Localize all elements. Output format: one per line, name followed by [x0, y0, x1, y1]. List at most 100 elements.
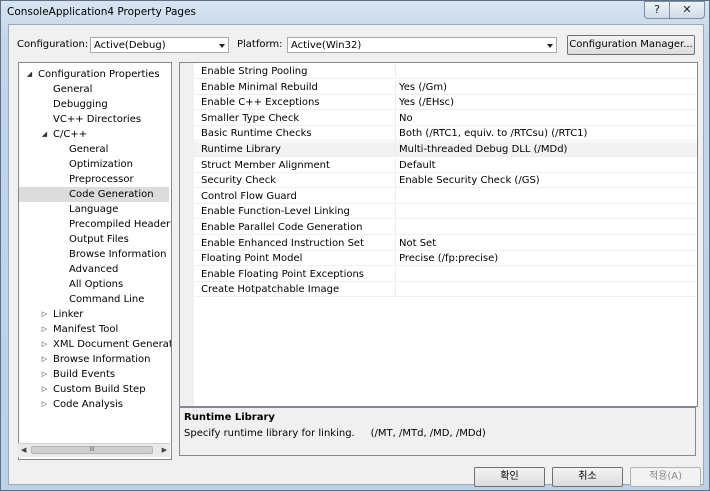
column-divider	[395, 79, 396, 95]
property-value[interactable]: Enable Security Check (/GS)	[399, 173, 540, 188]
row-gutter	[180, 188, 194, 204]
tree-item[interactable]: Code Generation	[19, 187, 169, 202]
row-gutter	[180, 126, 194, 142]
row-gutter	[180, 282, 194, 298]
tree-item[interactable]: Output Files	[19, 232, 169, 247]
row-gutter	[180, 235, 194, 251]
help-button[interactable]: ?	[644, 1, 670, 19]
property-value[interactable]: Yes (/Gm)	[399, 80, 447, 95]
property-name: Floating Point Model	[201, 253, 303, 265]
expand-arrow-icon[interactable]: ▷	[40, 367, 49, 382]
property-row[interactable]: Enable Minimal Rebuild Yes (/Gm)	[180, 79, 697, 95]
collapse-arrow-icon[interactable]: ◢	[25, 67, 34, 82]
property-name: Enable Floating Point Exceptions	[201, 268, 365, 280]
property-name: Basic Runtime Checks	[201, 128, 312, 140]
property-value[interactable]: Multi-threaded Debug DLL (/MDd)	[399, 142, 567, 157]
property-value[interactable]: Not Set	[399, 236, 436, 251]
tree-item-label: Browse Information	[53, 354, 151, 365]
property-row[interactable]: Floating Point Model Precise (/fp:precise…	[180, 251, 697, 267]
expand-arrow-icon[interactable]: ▷	[40, 397, 49, 412]
tree-item-label: Code Analysis	[53, 399, 123, 410]
tree-item[interactable]: ▷ Manifest Tool	[19, 322, 169, 337]
scrollbar-thumb[interactable]: III	[31, 446, 153, 454]
tree-item[interactable]: Optimization	[19, 157, 169, 172]
property-row[interactable]: Security Check Enable Security Check (/GS…	[180, 173, 697, 189]
property-pages-dialog: ConsoleApplication4 Property Pages ? ✕ C…	[0, 0, 710, 491]
property-row[interactable]: Create Hotpatchable Image	[180, 282, 697, 298]
description-text: Specify runtime library for linking. (/M…	[184, 428, 486, 439]
ok-button[interactable]: 확인	[474, 467, 545, 487]
property-row[interactable]: Runtime Library Multi-threaded Debug DLL …	[180, 142, 697, 157]
row-gutter	[180, 266, 194, 282]
tree-item[interactable]: ▷ XML Document Generator	[19, 337, 171, 352]
tree-item[interactable]: Command Line	[19, 292, 169, 307]
row-gutter	[180, 251, 194, 267]
property-value[interactable]: Precise (/fp:precise)	[399, 251, 498, 266]
property-name: Control Flow Guard	[201, 190, 297, 202]
tree-item[interactable]: ▷ Code Analysis	[19, 397, 169, 412]
property-value[interactable]: Both (/RTC1, equiv. to /RTCsu) (/RTC1)	[399, 126, 587, 141]
tree-item[interactable]: Debugging	[19, 97, 169, 112]
tree-item[interactable]: Preprocessor	[19, 172, 169, 187]
column-divider	[395, 95, 396, 111]
tree-item-label: Configuration Properties	[38, 69, 160, 80]
property-row[interactable]: Enable Floating Point Exceptions	[180, 266, 697, 282]
property-name: Enable String Pooling	[201, 66, 308, 77]
platform-dropdown[interactable]: Active(Win32)	[287, 37, 557, 53]
property-row[interactable]: Enable String Pooling	[180, 64, 697, 79]
tree-item[interactable]: ▷ Browse Information	[19, 352, 169, 367]
expand-arrow-icon[interactable]: ▷	[40, 352, 49, 367]
configuration-manager-button[interactable]: Configuration Manager...	[567, 35, 695, 55]
property-row[interactable]: Smaller Type Check No	[180, 110, 697, 126]
property-tree[interactable]: ◢ Configuration Properties General Debuggin…	[18, 62, 172, 460]
chevron-down-icon	[547, 44, 553, 48]
expand-arrow-icon[interactable]: ▷	[40, 322, 49, 337]
tree-item[interactable]: Language	[19, 202, 169, 217]
property-row[interactable]: Enable Function-Level Linking	[180, 204, 697, 220]
property-row[interactable]: Control Flow Guard	[180, 188, 697, 204]
property-value[interactable]: No	[399, 111, 413, 126]
tree-item[interactable]: ◢ C/C++	[19, 127, 169, 142]
column-divider	[395, 282, 396, 298]
configuration-dropdown[interactable]: Active(Debug)	[90, 37, 229, 53]
tree-item-label: Precompiled Headers	[69, 219, 172, 230]
property-value[interactable]: Yes (/EHsc)	[399, 95, 454, 110]
tree-item-label: Manifest Tool	[53, 324, 119, 335]
expand-arrow-icon[interactable]: ▷	[40, 337, 49, 352]
dialog-client-area: Configuration: Active(Debug) Platform: A…	[8, 24, 704, 487]
tree-horizontal-scrollbar[interactable]: ◀ III ▶	[18, 443, 170, 457]
tree-item[interactable]: ▷ Build Events	[19, 367, 169, 382]
tree-item-label: Build Events	[53, 369, 116, 380]
cancel-button[interactable]: 취소	[552, 467, 623, 487]
tree-item[interactable]: Advanced	[19, 262, 169, 277]
tree-item[interactable]: ▷ Custom Build Step	[19, 382, 169, 397]
collapse-arrow-icon[interactable]: ◢	[40, 127, 49, 142]
property-value[interactable]: Default	[399, 158, 436, 173]
property-row[interactable]: Basic Runtime Checks Both (/RTC1, equiv. …	[180, 126, 697, 142]
apply-button[interactable]: 적용(A)	[630, 467, 701, 487]
tree-item[interactable]: VC++ Directories	[19, 112, 169, 127]
expand-arrow-icon[interactable]: ▷	[40, 382, 49, 397]
window-title: ConsoleApplication4 Property Pages	[7, 6, 197, 18]
configuration-label: Configuration:	[17, 39, 89, 50]
property-row[interactable]: Enable C++ Exceptions Yes (/EHsc)	[180, 95, 697, 111]
column-divider	[395, 64, 396, 79]
tree-item-label: General	[53, 84, 93, 95]
tree-item[interactable]: General	[19, 82, 169, 97]
property-row[interactable]: Struct Member Alignment Default	[180, 157, 697, 173]
scroll-right-icon[interactable]: ▶	[162, 446, 167, 454]
property-row[interactable]: Enable Parallel Code Generation	[180, 220, 697, 235]
tree-item[interactable]: Browse Information	[19, 247, 169, 262]
tree-item-label: Advanced	[69, 264, 119, 275]
tree-item[interactable]: All Options	[19, 277, 169, 292]
property-row[interactable]: Enable Enhanced Instruction Set Not Set	[180, 235, 697, 251]
close-button[interactable]: ✕	[669, 1, 705, 19]
expand-arrow-icon[interactable]: ▷	[40, 307, 49, 322]
tree-item[interactable]: General	[19, 142, 169, 157]
property-name: Enable Parallel Code Generation	[201, 222, 363, 233]
tree-item[interactable]: ◢ Configuration Properties	[19, 67, 169, 82]
tree-item[interactable]: ▷ Linker	[19, 307, 169, 322]
tree-item[interactable]: Precompiled Headers	[19, 217, 172, 232]
scroll-left-icon[interactable]: ◀	[21, 446, 26, 454]
column-divider	[395, 188, 396, 204]
